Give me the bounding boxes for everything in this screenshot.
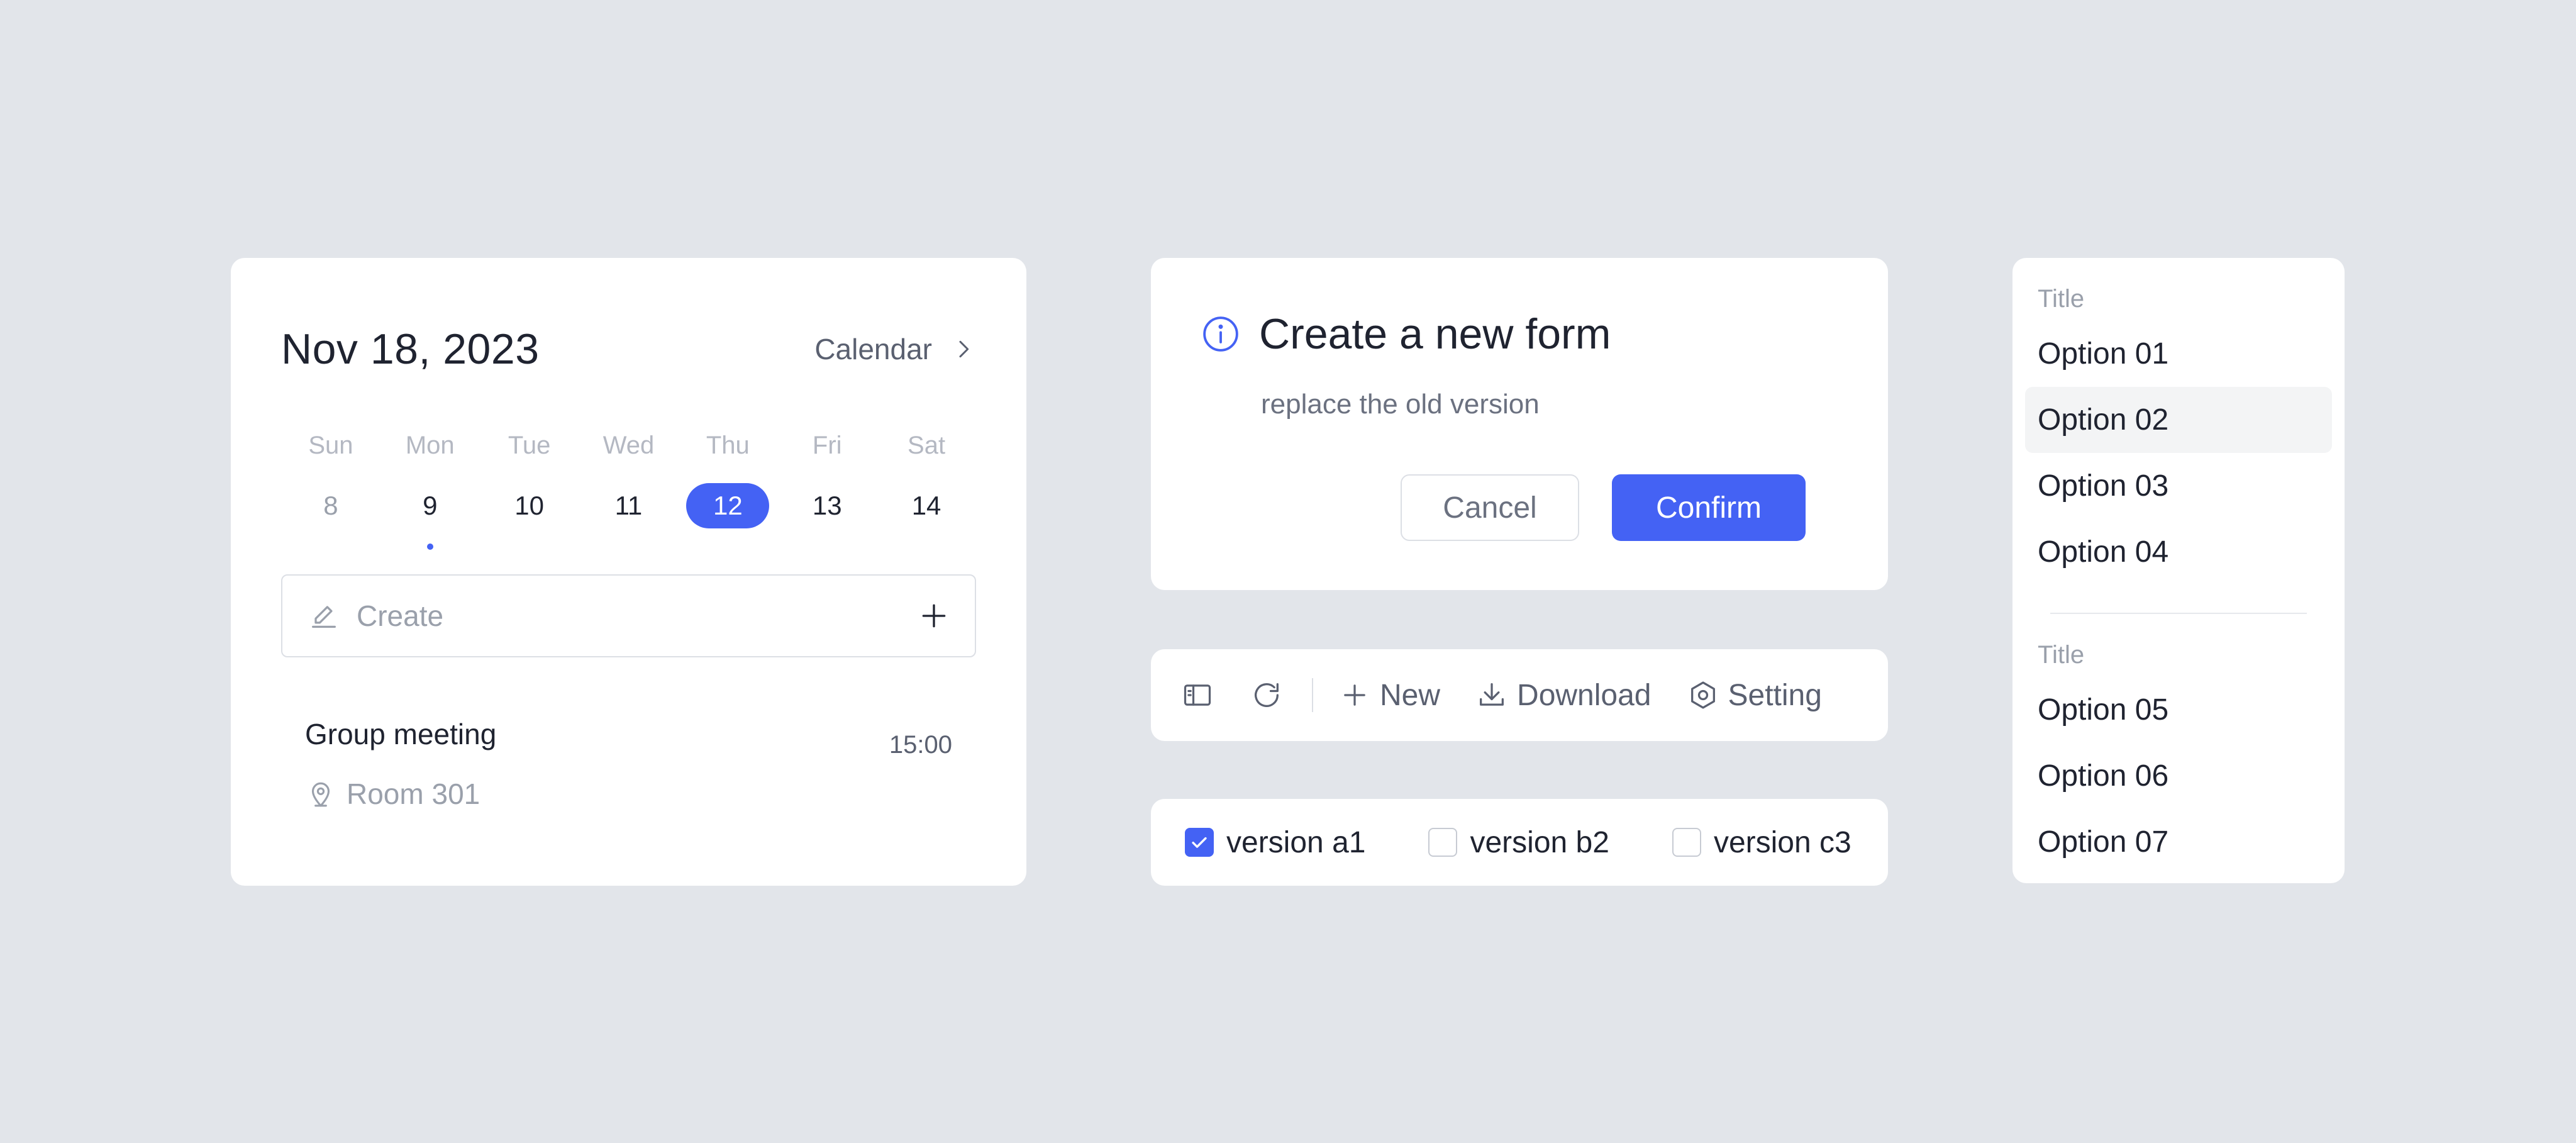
new-button-label: New [1380,678,1441,712]
event-time: 15:00 [889,731,952,759]
day-number: 12 [686,483,770,528]
cancel-button[interactable]: Cancel [1401,474,1579,541]
menu-group-title: Title [2038,285,2085,313]
event-dot-indicator [426,544,433,550]
menu-item[interactable]: Option 01 [2025,321,2332,387]
weekday-label: Fri [812,432,842,459]
menu-divider [2050,613,2307,614]
day-number: 11 [614,491,643,520]
hexagon-gear-icon [1690,681,1715,709]
day-number: 14 [911,491,941,520]
option-menu: Title Option 01 Option 02 Option 03 Opti… [2012,258,2345,883]
event-title: Group meeting [305,718,497,750]
checkmark-icon [1192,837,1207,848]
menu-item-active[interactable]: Option 02 [2025,387,2332,453]
menu-item[interactable]: Option 06 [2025,743,2332,809]
confirm-dialog: Create a new form replace the old versio… [1151,258,1888,590]
checkbox-box[interactable] [1185,828,1214,857]
checkbox-label: version a1 [1226,825,1366,859]
weekday-label: Wed [602,432,655,459]
weekday-label: Thu [706,432,750,459]
day-cell[interactable]: 13 [777,483,877,552]
calendar-header: Nov 18, 2023 Calendar [281,321,976,377]
calendar-link-label: Calendar [814,333,932,365]
calendar-card: Nov 18, 2023 Calendar Sun Mon Tue Wed Th… [231,258,1026,886]
day-cell[interactable]: 9 [380,483,480,552]
day-number: 8 [323,491,338,520]
toolbar: New Download Setting [1151,649,1888,741]
version-checkbox-group: version a1 version b2 version c3 [1151,799,1888,886]
dialog-header: Create a new form [1201,309,1611,359]
day-number: 10 [514,491,544,520]
calendar-date-title: Nov 18, 2023 [281,325,540,373]
menu-item[interactable]: Option 04 [2025,519,2332,585]
day-number: 9 [423,491,438,520]
weekday-label: Sun [308,432,353,459]
info-icon [1203,316,1238,352]
weekday-label: Tue [508,432,551,459]
dialog-title: Create a new form [1259,310,1611,358]
download-icon [1480,683,1504,706]
day-cell[interactable]: 14 [877,483,976,552]
checkbox-box[interactable] [1672,828,1701,857]
event-location-label: Room 301 [347,778,480,810]
weekday-label: Sat [908,432,946,459]
checkbox-version-a1[interactable]: version a1 [1185,825,1365,860]
menu-item[interactable]: Option 03 [2025,453,2332,519]
download-button-label: Download [1517,678,1652,712]
day-cell[interactable]: 8 [281,483,380,552]
day-row: 8 9 10 11 12 13 14 [281,483,976,552]
new-button[interactable]: New [1338,678,1440,713]
menu-item[interactable]: Option 05 [2025,677,2332,743]
sidebar-toggle-button[interactable] [1180,677,1215,713]
menu-item[interactable]: Option 07 [2025,809,2332,875]
event-item[interactable]: Group meeting 15:00 Room 301 [305,717,952,843]
menu-group-title: Title [2038,641,2085,669]
create-event-field [281,574,976,657]
create-input[interactable] [357,599,918,633]
download-button[interactable]: Download [1475,678,1652,713]
day-cell[interactable]: 11 [579,483,679,552]
checkbox-version-b2[interactable]: version b2 [1428,825,1609,860]
plus-icon[interactable] [918,600,950,632]
day-cell-selected[interactable]: 12 [678,483,777,552]
toolbar-divider [1312,678,1313,712]
checkbox-version-c3[interactable]: version c3 [1672,825,1852,860]
weekday-label: Mon [405,432,455,459]
plus-icon [1344,684,1365,706]
refresh-button[interactable] [1249,677,1284,713]
sidebar-panel-icon [1184,684,1211,706]
chevron-right-icon [959,340,969,358]
day-number: 13 [812,491,842,520]
dialog-subtitle: replace the old version [1261,389,1540,420]
calendar-link[interactable]: Calendar [814,332,976,366]
checkbox-label: version b2 [1470,825,1609,859]
setting-button[interactable]: Setting [1687,678,1822,713]
setting-button-label: Setting [1728,678,1822,712]
pencil-icon [312,606,336,628]
event-location: Room 301 [305,777,480,811]
location-pin-icon [311,782,330,807]
checkbox-box[interactable] [1428,828,1458,857]
confirm-button[interactable]: Confirm [1612,474,1806,541]
day-cell[interactable]: 10 [480,483,579,552]
refresh-icon [1255,683,1279,707]
checkbox-label: version c3 [1713,825,1852,859]
weekday-row: Sun Mon Tue Wed Thu Fri Sat [281,420,976,471]
